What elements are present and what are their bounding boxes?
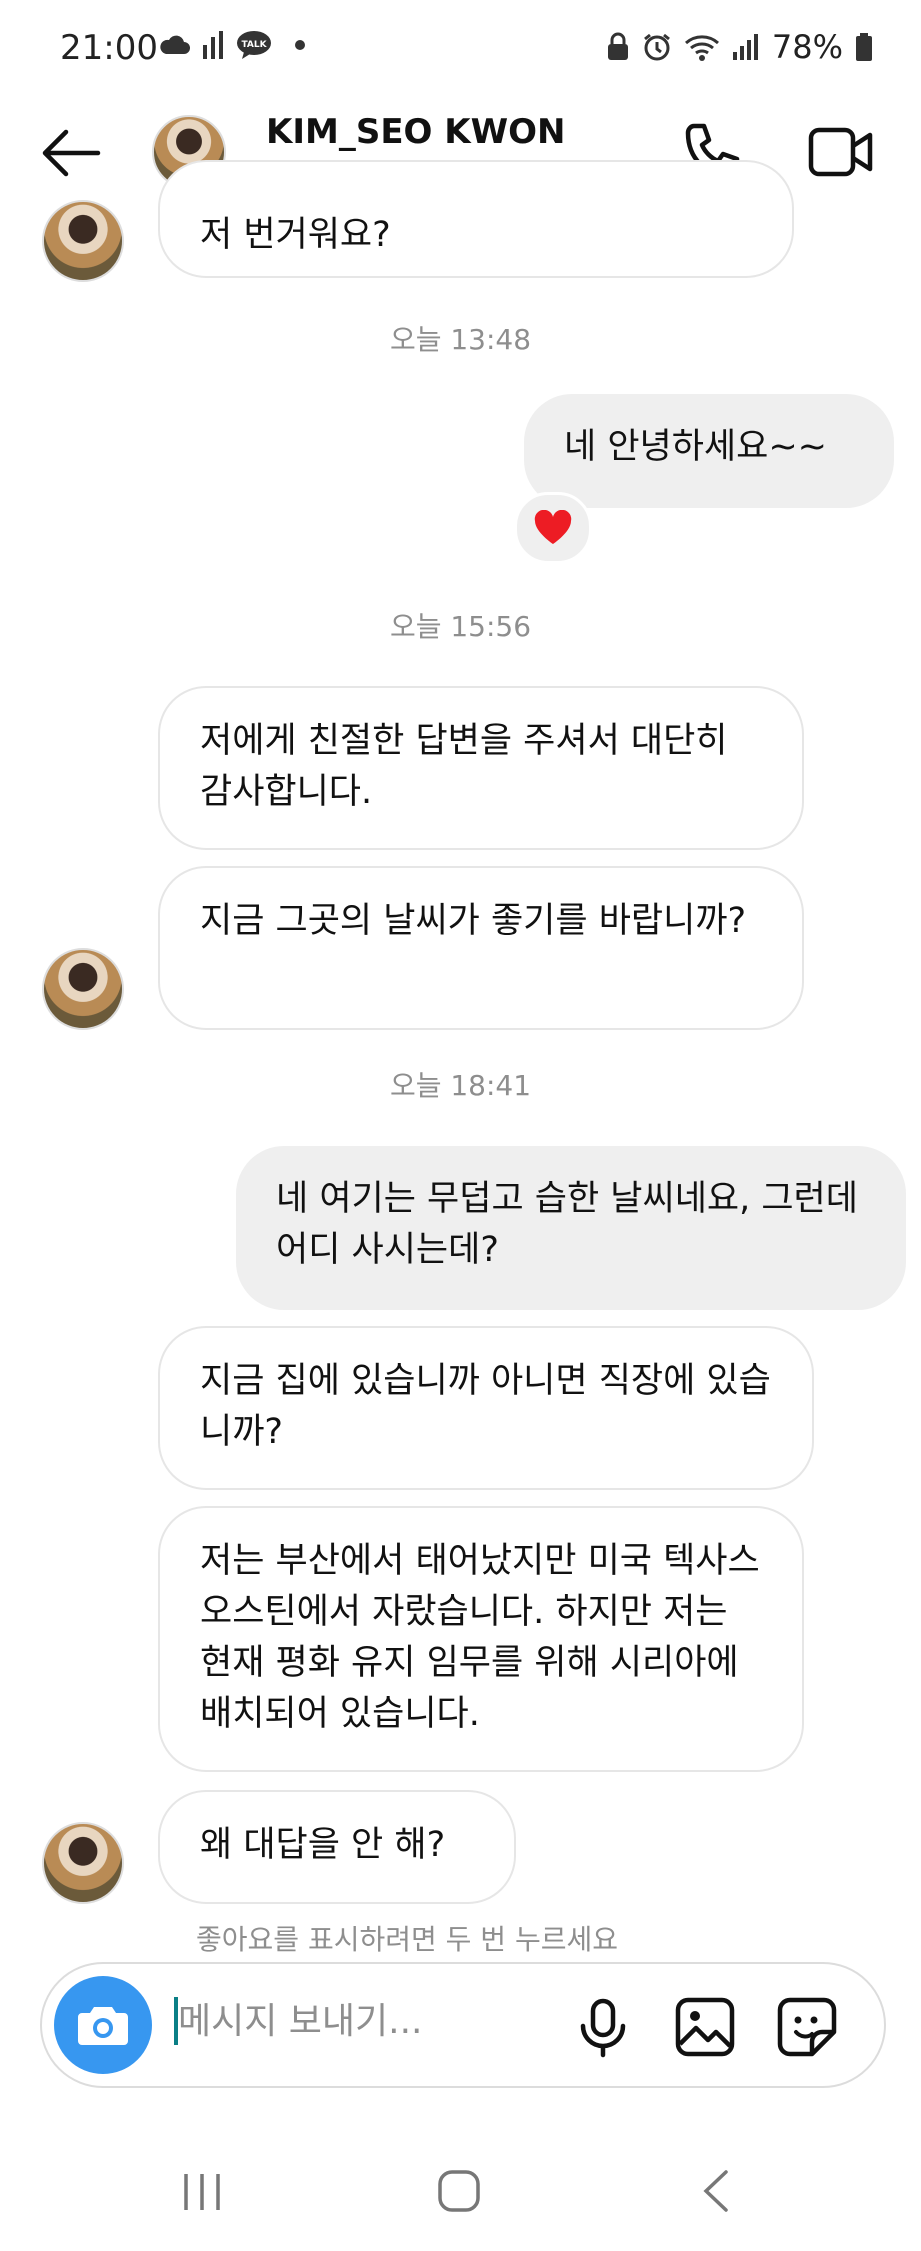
message-text: 왜 대답을 안 해? [200, 1825, 446, 1865]
dot-icon [295, 40, 305, 50]
status-left-icons: TALK [158, 30, 308, 60]
message-bubble-incoming[interactable]: 저에게 친절한 답변을 주셔서 대단히 감사합니다. [158, 686, 804, 850]
lock-icon [607, 32, 628, 60]
message-avatar[interactable] [42, 948, 124, 1030]
signal-icon [732, 34, 758, 60]
recents-icon[interactable] [180, 2172, 224, 2212]
message-text: 저에게 친절한 답변을 주셔서 대단히 감사합니다. [200, 721, 728, 812]
message-text: 네 안녕하세요~~ [564, 427, 827, 467]
message-bubble-incoming[interactable]: 지금 그곳의 날씨가 좋기를 바랍니까? [158, 866, 804, 1030]
camera-icon [78, 2007, 128, 2045]
header-bar [0, 60, 921, 218]
message-avatar[interactable] [42, 1822, 124, 1904]
alarm-icon [643, 33, 670, 61]
message-text: 지금 집에 있습니까 아니면 직장에 있습니까? [200, 1361, 771, 1452]
talk-icon: TALK [237, 31, 271, 59]
svg-text:TALK: TALK [241, 40, 267, 50]
message-text: 지금 그곳의 날씨가 좋기를 바랍니까? [200, 901, 747, 941]
reaction-badge[interactable] [514, 492, 592, 564]
message-bubble-incoming[interactable]: 왜 대답을 안 해? [158, 1790, 516, 1904]
message-bubble-incoming[interactable]: 저는 부산에서 태어났지만 미국 텍사스 오스틴에서 자랐습니다. 하지만 저는… [158, 1506, 804, 1772]
heart-icon [534, 510, 572, 544]
message-text: 저는 부산에서 태어났지만 미국 텍사스 오스틴에서 자랐습니다. 하지만 저는… [200, 1541, 760, 1734]
double-tap-hint: 좋아요를 표시하려면 두 번 누르세요 [196, 1923, 619, 1956]
timestamp: 오늘 15:56 [389, 610, 532, 643]
sticker-icon[interactable] [776, 1996, 838, 2058]
signal-bars-icon [203, 31, 223, 59]
message-bubble-outgoing[interactable]: 네 여기는 무덥고 습한 날씨네요, 그런데 어디 사시는데? [236, 1146, 906, 1310]
timestamp: 오늘 13:48 [389, 323, 532, 356]
camera-button[interactable] [54, 1976, 152, 2074]
microphone-icon[interactable] [578, 1998, 628, 2058]
message-text: 저 번거워요? [200, 215, 391, 255]
home-icon[interactable] [436, 2168, 482, 2214]
cloud-icon [160, 35, 190, 54]
nav-back-icon[interactable] [700, 2168, 732, 2214]
gallery-icon[interactable] [674, 1996, 736, 2058]
wifi-icon [684, 35, 719, 61]
timestamp: 오늘 18:41 [389, 1069, 532, 1102]
message-bubble-incoming[interactable]: 지금 집에 있습니까 아니면 직장에 있습니까? [158, 1326, 814, 1490]
battery-icon [856, 33, 872, 61]
message-text: 네 여기는 무덥고 습한 날씨네요, 그런데 어디 사시는데? [276, 1179, 858, 1270]
message-bubble-outgoing[interactable]: 네 안녕하세요~~ [524, 394, 894, 508]
message-input[interactable] [176, 1990, 560, 2052]
